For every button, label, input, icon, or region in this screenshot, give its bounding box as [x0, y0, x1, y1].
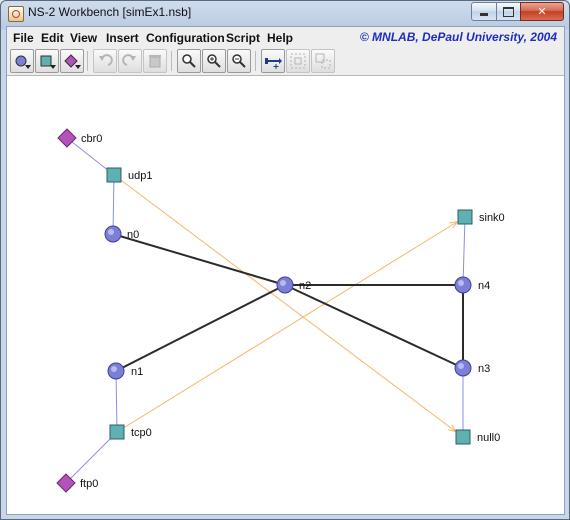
trash-icon: [149, 55, 161, 68]
close-button[interactable]: ✕: [520, 2, 564, 21]
agent-tool-button[interactable]: [35, 49, 59, 73]
caption-buttons: ✕: [471, 2, 564, 21]
brand-credit: © MNLAB, DePaul University, 2004: [359, 30, 557, 44]
flow-arrow-icon: [449, 221, 459, 229]
zoom-out-button[interactable]: [227, 49, 251, 73]
attachment-line-tcp0-n1: [115, 370, 118, 433]
dropdown-arrow-icon: [50, 65, 56, 69]
menu-bar: File Edit View Insert Configuration Scri…: [7, 27, 564, 47]
agent-tcp0[interactable]: [109, 424, 125, 440]
app-tool-button[interactable]: [60, 49, 84, 73]
maximize-button[interactable]: [496, 2, 521, 21]
magnifier-icon: [182, 54, 196, 68]
ungroup-tool-button[interactable]: [311, 49, 335, 73]
minimize-icon: [480, 13, 488, 16]
label-n1: n1: [131, 366, 143, 378]
toolbar-separator: [171, 51, 172, 71]
label-n0: n0: [127, 229, 139, 241]
group-icon: [290, 53, 306, 69]
topology-drawing: n0 n1 n2 n3 n4 udp1 tcp0 sink0 null0 cbr0 ftp0: [56, 128, 505, 493]
agent-sink0[interactable]: [457, 209, 473, 225]
menu-help[interactable]: Help: [267, 31, 293, 45]
link-n0-n2: [112, 233, 286, 286]
link-tool-button[interactable]: [261, 49, 285, 73]
java-cup-icon: [8, 6, 24, 22]
link-add-icon: [265, 58, 282, 69]
zoom-in-icon: [207, 54, 221, 68]
menu-configuration[interactable]: Configuration: [146, 31, 225, 45]
menu-file[interactable]: File: [13, 31, 34, 45]
app-cbr0[interactable]: [57, 128, 77, 148]
flow-line-udp1-null0: [113, 174, 464, 438]
node-tool-button[interactable]: [10, 49, 34, 73]
node-highlight: [458, 280, 464, 286]
node-highlight: [111, 366, 117, 372]
undo-button[interactable]: [93, 49, 117, 73]
label-tcp0: tcp0: [131, 427, 152, 439]
group-tool-button[interactable]: [286, 49, 310, 73]
label-n4: n4: [478, 280, 490, 292]
menu-insert[interactable]: Insert: [106, 31, 139, 45]
toolbar-separator: [255, 51, 256, 71]
toolbar: [7, 47, 564, 76]
topology-canvas[interactable]: n0 n1 n2 n3 n4 udp1 tcp0 sink0 null0 cbr0 ftp0: [7, 76, 564, 514]
window-title: NS-2 Workbench [simEx1.nsb]: [28, 5, 192, 19]
toolbar-separator: [87, 51, 88, 71]
agent-null0[interactable]: [455, 429, 471, 445]
label-udp1: udp1: [128, 170, 152, 182]
link-n1-n2: [115, 284, 286, 372]
attachment-line-ftp0-tcp0: [65, 431, 118, 484]
label-sink0: sink0: [479, 212, 505, 224]
delete-button[interactable]: [143, 49, 167, 73]
agent-udp1[interactable]: [106, 167, 122, 183]
redo-icon: [122, 54, 136, 66]
node-highlight: [280, 280, 286, 286]
client-area: File Edit View Insert Configuration Scri…: [6, 26, 565, 515]
dropdown-arrow-icon: [75, 65, 81, 69]
menu-edit[interactable]: Edit: [41, 31, 64, 45]
label-ftp0: ftp0: [80, 478, 98, 490]
zoom-out-icon: [232, 54, 246, 68]
redo-button[interactable]: [118, 49, 142, 73]
attachment-line-udp1-n0: [112, 174, 115, 235]
app-window: NS-2 Workbench [simEx1.nsb] ✕ File Edit …: [0, 0, 570, 520]
node-highlight: [458, 363, 464, 369]
node-highlight: [108, 229, 114, 235]
label-null0: null0: [477, 432, 500, 444]
zoom-button[interactable]: [177, 49, 201, 73]
ungroup-icon: [315, 53, 331, 69]
menu-view[interactable]: View: [70, 31, 97, 45]
label-cbr0: cbr0: [81, 133, 102, 145]
label-n2: n2: [299, 280, 311, 292]
dropdown-arrow-icon: [25, 65, 31, 69]
title-bar[interactable]: NS-2 Workbench [simEx1.nsb] ✕: [1, 1, 569, 25]
zoom-in-button[interactable]: [202, 49, 226, 73]
link-n2-n3: [284, 284, 464, 369]
attachment-line-sink0-n4: [462, 216, 466, 286]
close-icon: ✕: [537, 5, 547, 18]
minimize-button[interactable]: [471, 2, 497, 21]
label-n3: n3: [478, 363, 490, 375]
undo-icon: [99, 54, 113, 66]
maximize-icon: [503, 6, 514, 17]
menu-script[interactable]: Script: [226, 31, 260, 45]
